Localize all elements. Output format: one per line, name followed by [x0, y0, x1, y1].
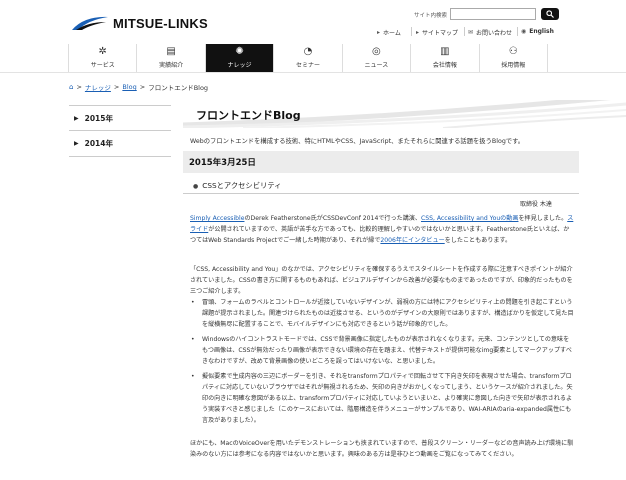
util-link-contact[interactable]: ✉ お問い合わせ [468, 28, 512, 37]
divider [464, 27, 465, 36]
arrow-right-icon: ▸ [416, 29, 420, 36]
list-item: • Windowsのハイコントラストモードでは、CSSで背景画像に指定したものが表… [190, 334, 575, 367]
people-icon: ⚇ [508, 46, 518, 57]
knowledge-icon: ✺ [235, 46, 244, 57]
sidebar-item-2015[interactable]: ▶ 2015年 [69, 105, 171, 131]
globe-icon: ◉ [521, 28, 527, 35]
mail-icon: ✉ [468, 29, 474, 36]
nav-item-recruit[interactable]: ⚇ 採用情報 [480, 44, 548, 72]
util-link-home[interactable]: ▸ ホーム [377, 28, 401, 37]
util-link-label: English [529, 28, 554, 35]
list-item: • 冒頭、フォームのラベルとコントロールが近接していないデザインが、弱視の方には特… [190, 297, 575, 330]
cog-icon: ✲ [98, 46, 107, 57]
breadcrumb: ⌂ > ナレッジ > Blog > フロントエンドBlog [69, 82, 208, 92]
paragraph-text: のDerek Featherstone氏がCSSDevConf 2014で行った… [244, 215, 421, 222]
sidebar-item-label: 2014年 [84, 139, 113, 148]
nav-item-label: 実績紹介 [159, 62, 184, 69]
search-input[interactable] [450, 8, 536, 20]
util-link-english[interactable]: ◉ English [521, 28, 554, 35]
building-icon: ▥ [440, 46, 450, 57]
post-date: 2015年3月25日 [183, 151, 579, 173]
list-item-text: Windowsのハイコントラストモードでは、CSSで背景画像に指定したものが表示… [202, 336, 572, 365]
nav-item-news[interactable]: ◎ ニュース [343, 44, 412, 72]
bullet-icon: • [191, 336, 195, 343]
nav-item-company[interactable]: ▥ 会社情報 [411, 44, 480, 72]
divider [183, 193, 579, 194]
global-nav: ✲ サービス ▤ 実績紹介 ✺ ナレッジ ◔ セミナー ◎ ニュース ▥ 会社情… [68, 44, 548, 72]
util-link-sitemap[interactable]: ▸ サイトマップ [416, 28, 458, 37]
nav-divider [0, 72, 626, 73]
list-item: • 擬似要素で生成内容の三辺にボーダーを引き、それをtransformプロパティで… [190, 371, 575, 426]
breadcrumb-separator: > [139, 83, 146, 91]
breadcrumb-link-knowledge[interactable]: ナレッジ [85, 82, 111, 92]
util-link-label: お問い合わせ [476, 30, 513, 37]
nav-item-seminar[interactable]: ◔ セミナー [274, 44, 343, 72]
paragraph-text: を拝見しました。 [518, 215, 568, 222]
post-title: ● CSSとアクセシビリティ [193, 181, 281, 191]
arrow-right-icon: ▸ [377, 29, 381, 36]
nav-item-label: セミナー [295, 62, 320, 69]
nav-item-label: 会社情報 [432, 62, 457, 69]
news-icon: ◎ [372, 46, 381, 57]
bullet-icon: • [191, 373, 195, 380]
site-logo[interactable]: MITSUE-LINKS [70, 14, 208, 32]
breadcrumb-link-blog[interactable]: Blog [122, 83, 136, 91]
breadcrumb-separator: > [76, 83, 82, 91]
page-title: フロントエンドBlog [196, 109, 301, 122]
nav-item-label: サービス [90, 62, 115, 69]
triangle-right-icon: ▶ [74, 140, 79, 147]
nav-item-label: ナレッジ [227, 62, 252, 69]
sidebar: ▶ 2015年 ▶ 2014年 [69, 105, 171, 157]
page-lead: Webのフロントエンドを構成する技術、特にHTMLやCSS、JavaScript… [190, 138, 525, 145]
breadcrumb-separator: > [113, 83, 120, 91]
bullet-icon: • [191, 299, 195, 306]
paragraph: ほかにも、MacのVoiceOverを用いたデモンストレーションも挟まれています… [190, 440, 574, 458]
logo-text: MITSUE-LINKS [113, 15, 208, 31]
sidebar-item-label: 2015年 [84, 113, 113, 123]
home-icon[interactable]: ⌂ [69, 83, 73, 91]
list-item-text: 擬似要素で生成内容の三辺にボーダーを引き、それをtransformプロパティで回… [202, 373, 573, 424]
list-item-text: 冒頭、フォームのラベルとコントロールが近接していないデザインが、弱視の方には特に… [202, 299, 574, 328]
nav-item-knowledge[interactable]: ✺ ナレッジ [205, 44, 275, 72]
paragraph: Simply AccessibleのDerek Featherstone氏がCS… [190, 213, 575, 246]
link-interview[interactable]: 2006年にインタビュー [380, 237, 444, 244]
nav-item-works[interactable]: ▤ 実績紹介 [137, 44, 206, 72]
search-button[interactable] [541, 8, 559, 20]
breadcrumb-current: フロントエンドBlog [148, 84, 209, 92]
bullet-icon: ● [193, 182, 199, 190]
post-author: 取締役 木達 [520, 201, 552, 208]
bullet-list: • 冒頭、フォームのラベルとコントロールが近接していないデザインが、弱視の方には特… [190, 297, 575, 430]
search-icon [546, 10, 554, 18]
util-link-label: ホーム [383, 30, 401, 37]
triangle-right-icon: ▶ [74, 114, 79, 122]
search-label: サイト内検索 [414, 13, 448, 19]
logo-mark-icon [70, 14, 110, 32]
sidebar-item-2014[interactable]: ▶ 2014年 [69, 131, 171, 157]
document-icon: ▤ [166, 46, 176, 57]
paragraph-text: をしたこともあります。 [444, 237, 512, 244]
megaphone-icon: ◔ [303, 46, 313, 57]
nav-item-label: 採用情報 [501, 62, 526, 69]
util-link-label: サイトマップ [422, 30, 459, 37]
divider [411, 27, 412, 36]
nav-item-service[interactable]: ✲ サービス [69, 44, 138, 72]
link-simply-accessible[interactable]: Simply Accessible [190, 215, 244, 222]
nav-item-label: ニュース [364, 62, 389, 69]
link-video[interactable]: CSS, Accessibility and Youの動画 [421, 215, 518, 222]
post-title-text: CSSとアクセシビリティ [202, 181, 282, 190]
divider [517, 27, 518, 36]
paragraph: 「CSS, Accessibility and You」のなかでは、アクセシビリ… [190, 266, 573, 295]
